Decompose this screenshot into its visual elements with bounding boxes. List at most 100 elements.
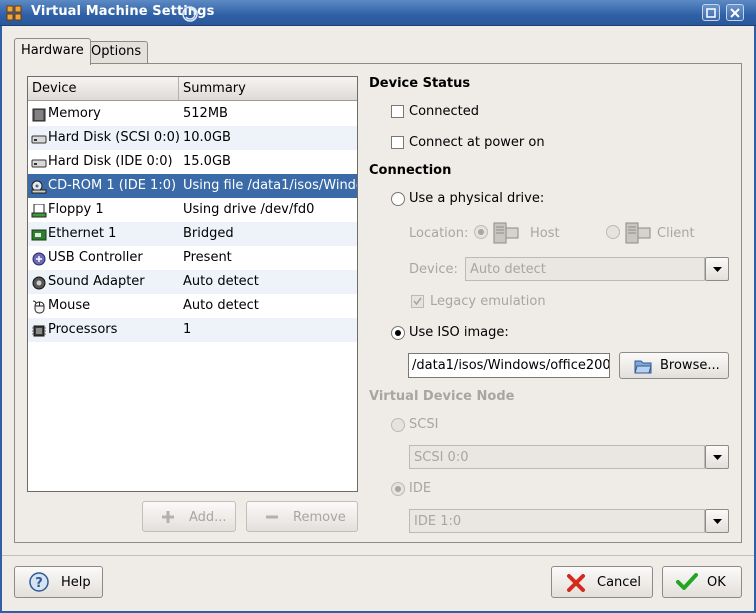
swirl-icon [181,5,199,23]
device-summary: 512MB [183,106,228,121]
ethernet-icon [31,227,47,241]
client-computer-icon [624,220,652,250]
physical-device-value: Auto detect [470,262,546,277]
device-summary: 10.0GB [183,130,231,145]
processor-icon [31,323,47,337]
table-row[interactable]: Hard Disk (IDE 0:0) 15.0GB [28,150,357,174]
help-button-label: Help [61,575,91,590]
connect-at-power-on-label[interactable]: Connect at power on [409,135,545,150]
cancel-button[interactable]: Cancel [551,566,653,598]
table-row[interactable]: Floppy 1 Using drive /dev/fd0 [28,198,357,222]
cancel-x-icon [567,574,585,596]
hard-disk-icon [31,155,47,169]
svg-text:?: ? [35,576,43,591]
client-radio[interactable] [606,225,620,239]
scsi-node-dropdown-button[interactable] [705,445,729,469]
device-name: Floppy 1 [48,202,104,217]
ide-node-combo[interactable]: IDE 1:0 [409,509,705,533]
device-summary: Using file /data1/isos/Windows [183,178,357,193]
add-button-label: Add... [189,510,227,525]
table-row[interactable]: Memory 512MB [28,102,357,126]
table-row[interactable]: Sound Adapter Auto detect [28,270,357,294]
device-summary: Bridged [183,226,234,241]
add-device-button[interactable]: Add... [142,501,236,532]
hard-disk-icon [31,131,47,145]
device-name: CD-ROM 1 (IDE 1:0) [48,178,177,193]
title-bar[interactable]: Virtual Machine Settings [0,0,756,26]
memory-icon [31,107,47,122]
help-icon: ? [29,572,49,596]
table-row[interactable]: USB Controller Present [28,246,357,270]
remove-button-label: Remove [293,510,346,525]
scsi-label[interactable]: SCSI [409,417,438,432]
device-summary: Auto detect [183,274,259,289]
ide-node-dropdown-button[interactable] [705,509,729,533]
tab-options[interactable]: Options [84,41,149,64]
cancel-button-label: Cancel [597,575,642,590]
ide-radio[interactable] [391,482,405,496]
iso-path-input[interactable]: /data1/isos/Windows/office2003 [408,353,610,378]
device-name: Processors [48,322,118,337]
table-row[interactable]: Hard Disk (SCSI 0:0) 10.0GB [28,126,357,150]
ide-label[interactable]: IDE [409,481,431,496]
restore-window-button[interactable] [702,4,720,21]
table-row[interactable]: Ethernet 1 Bridged [28,222,357,246]
connection-heading: Connection [369,163,452,178]
column-header-device[interactable]: Device [28,77,179,101]
device-name: Sound Adapter [48,274,145,289]
client-label[interactable]: Client [657,226,695,241]
table-row[interactable]: CD-ROM 1 (IDE 1:0) Using file /data1/iso… [28,174,357,198]
connected-checkbox[interactable] [391,105,404,118]
device-summary: 15.0GB [183,154,231,169]
ok-button[interactable]: OK [662,566,742,598]
connected-label[interactable]: Connected [409,104,479,119]
host-radio[interactable] [474,225,488,239]
physical-drive-label[interactable]: Use a physical drive: [409,191,544,206]
cdrom-icon [31,179,47,194]
browse-button-label: Browse... [660,358,720,373]
column-header-summary[interactable]: Summary [179,77,357,101]
close-window-button[interactable] [726,4,744,21]
checkmark-icon [676,573,698,595]
table-row[interactable]: Mouse Auto detect [28,294,357,318]
device-table[interactable]: Device Summary Memory 512MB Hard Disk (S… [27,76,358,492]
location-label: Location: [409,226,469,241]
browse-button[interactable]: Browse... [619,352,729,379]
tab-hardware[interactable]: Hardware [14,38,91,65]
connect-at-power-on-checkbox[interactable] [391,136,404,149]
sound-icon [31,275,47,290]
physical-drive-radio[interactable] [391,192,405,206]
legacy-emulation-label[interactable]: Legacy emulation [430,294,546,309]
device-summary: 1 [183,322,192,337]
ok-button-label: OK [707,575,726,590]
device-name: USB Controller [48,250,143,265]
use-iso-radio[interactable] [391,326,405,340]
device-name: Memory [48,106,101,121]
device-status-heading: Device Status [369,76,471,91]
scsi-node-value: SCSI 0:0 [414,450,469,465]
device-name: Hard Disk (IDE 0:0) [48,154,173,169]
device-name: Ethernet 1 [48,226,117,241]
scsi-node-combo[interactable]: SCSI 0:0 [409,445,705,469]
footer-separator [2,555,754,556]
legacy-emulation-checkbox[interactable] [411,295,424,308]
open-folder-icon [634,358,652,378]
floppy-icon [31,203,47,218]
host-label[interactable]: Host [530,226,560,241]
mouse-icon [31,299,47,314]
device-label: Device: [409,262,458,277]
usb-icon [31,251,47,266]
help-button[interactable]: ? Help [14,566,103,598]
virtual-device-node-heading: Virtual Device Node [369,389,515,404]
physical-device-dropdown-button[interactable] [705,257,729,281]
minus-icon [265,510,279,528]
device-summary: Auto detect [183,298,259,313]
table-row[interactable]: Processors 1 [28,318,357,342]
device-name: Hard Disk (SCSI 0:0) [48,130,180,145]
remove-device-button[interactable]: Remove [246,501,358,532]
host-computer-icon [492,220,520,250]
scsi-radio[interactable] [391,418,405,432]
physical-device-combo[interactable]: Auto detect [465,257,705,281]
use-iso-label[interactable]: Use ISO image: [409,325,509,340]
vmware-app-icon [6,5,22,21]
